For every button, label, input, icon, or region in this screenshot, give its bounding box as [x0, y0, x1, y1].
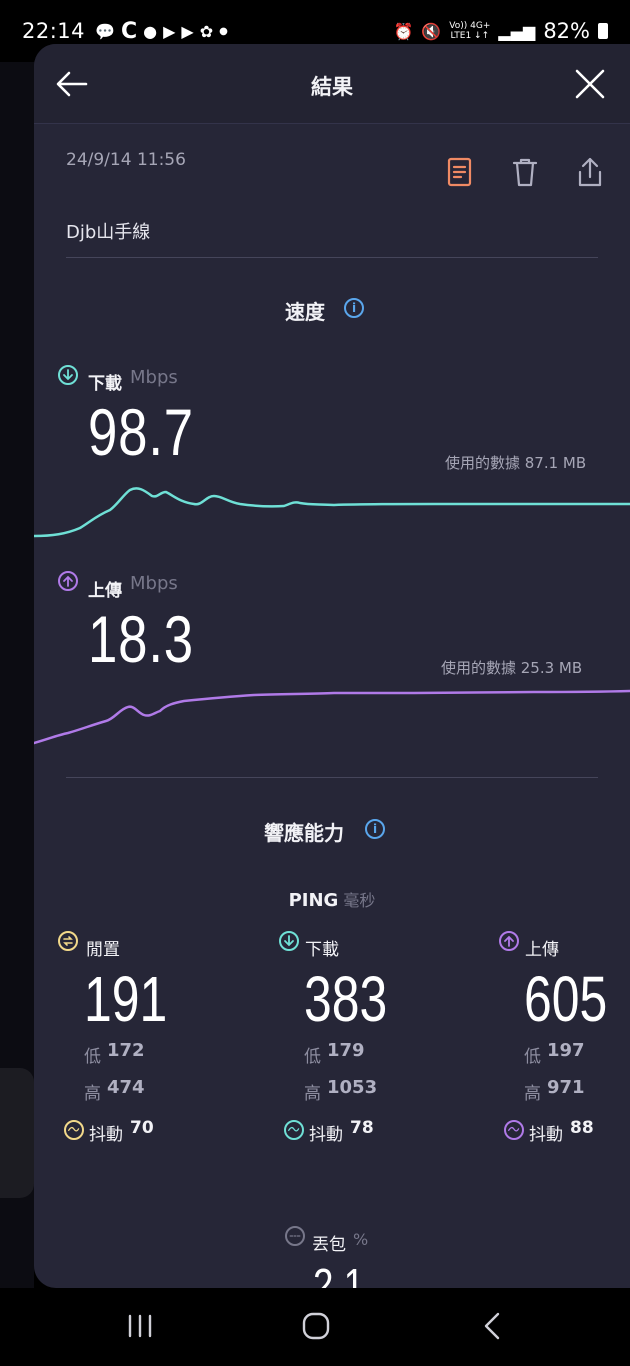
download-line: [34, 487, 630, 538]
speed-section-title: 速度: [285, 300, 325, 324]
divider: [66, 777, 598, 778]
download-speed-value: 98.7: [88, 395, 194, 469]
idle-ping-icon: [58, 931, 78, 951]
idle-low-value: 172: [107, 1040, 145, 1061]
download-high-value: 1053: [327, 1077, 378, 1098]
result-date: 24/9/14 11:56: [66, 150, 186, 170]
trash-icon[interactable]: [510, 156, 540, 188]
download-ping-label: 下載: [305, 940, 339, 960]
idle-jitter-value: 70: [130, 1118, 154, 1138]
battery-percentage: 82%: [543, 19, 590, 43]
download-ping-icon: [279, 931, 299, 951]
status-time: 22:14: [22, 19, 86, 43]
responsiveness-section-title: 響應能力: [264, 821, 344, 845]
idle-low-label: 低: [84, 1047, 101, 1067]
packet-loss-value: 2.1: [313, 1259, 365, 1288]
navigation-bar: [0, 1288, 630, 1366]
battery-icon: [598, 23, 608, 39]
back-icon[interactable]: [476, 1310, 512, 1342]
dot-icon: ●: [219, 25, 228, 37]
upload-speed-value: 18.3: [88, 602, 194, 676]
packet-loss-icon: [285, 1226, 305, 1246]
idle-high-value: 474: [107, 1077, 145, 1098]
network-bottom: LTE1 ↓↑: [450, 31, 490, 41]
notification-icons: 💬 C ● ▶ ▶ ✿ ●: [95, 19, 228, 44]
divider: [66, 257, 598, 258]
upload-label: 上傳: [88, 581, 122, 601]
upload-high-value: 971: [547, 1077, 585, 1098]
alarm-icon: ⏰: [393, 21, 414, 41]
isp-name: Djb山手線: [66, 222, 151, 243]
signal-icon: ▂▄▆: [498, 21, 536, 41]
upload-jitter-label: 抖動: [529, 1125, 563, 1145]
download-high-label: 高: [304, 1084, 321, 1104]
download-speed-chart: [34, 487, 630, 538]
idle-label: 閒置: [86, 940, 120, 960]
upload-ping-label: 上傳: [525, 940, 559, 960]
upload-ping-value: 605: [524, 963, 608, 1035]
download-label: 下載: [88, 374, 122, 394]
background-card: [0, 1068, 34, 1198]
upload-icon: [58, 571, 78, 591]
download-unit: Mbps: [130, 367, 178, 388]
download-data-used: 使用的數據 87.1 MB: [445, 454, 587, 472]
upload-data-used: 使用的數據 25.3 MB: [441, 659, 583, 677]
idle-jitter-icon: [64, 1120, 84, 1140]
header: 結果: [34, 44, 630, 124]
download-low-label: 低: [304, 1047, 321, 1067]
upload-unit: Mbps: [130, 573, 178, 594]
download-low-value: 179: [327, 1040, 365, 1061]
packet-loss-unit: %: [353, 1230, 369, 1249]
network-indicator: Vo)) 4G+ LTE1 ↓↑: [449, 21, 490, 41]
upload-low-label: 低: [524, 1047, 541, 1067]
status-right: ⏰ 🔇 Vo)) 4G+ LTE1 ↓↑ ▂▄▆ 82%: [393, 19, 608, 43]
close-icon[interactable]: [572, 66, 608, 102]
mute-icon: 🔇: [421, 21, 442, 41]
share-icon[interactable]: [575, 156, 605, 188]
upload-low-value: 197: [547, 1040, 585, 1061]
idle-ping-value: 191: [84, 963, 168, 1035]
speed-info-icon[interactable]: i: [344, 298, 364, 318]
responsiveness-info-icon[interactable]: i: [365, 819, 385, 839]
upload-speed-chart: [34, 689, 630, 745]
packet-loss-label: 丟包: [312, 1235, 346, 1255]
c-icon: C: [120, 18, 138, 44]
ping-title: PING: [288, 890, 339, 911]
upload-jitter-icon: [504, 1120, 524, 1140]
home-icon[interactable]: [298, 1310, 334, 1342]
youtube-icon: ▶: [163, 21, 176, 41]
idle-high-label: 高: [84, 1084, 101, 1104]
upload-ping-icon: [499, 931, 519, 951]
network-top: Vo)) 4G+: [449, 21, 491, 31]
download-icon: [58, 365, 78, 385]
upload-high-label: 高: [524, 1084, 541, 1104]
line-icon: ●: [143, 21, 158, 41]
report-icon[interactable]: [445, 156, 475, 188]
ping-heading: PING 毫秒: [34, 887, 630, 911]
download-ping-value: 383: [304, 963, 388, 1035]
wechat-icon: ✿: [199, 21, 214, 41]
upload-line: [34, 689, 630, 745]
youtube-icon: ▶: [181, 21, 194, 41]
ping-unit: 毫秒: [343, 891, 376, 910]
result-sheet: 結果 24/9/14 11:56 Djb山手線 速度 i 下載 Mbps 98.…: [34, 44, 630, 1288]
chat-bubble-icon: 💬: [95, 21, 115, 41]
download-jitter-icon: [284, 1120, 304, 1140]
download-jitter-value: 78: [350, 1118, 374, 1138]
recent-apps-icon[interactable]: [122, 1310, 158, 1342]
page-title: 結果: [311, 75, 353, 99]
idle-jitter-label: 抖動: [89, 1125, 123, 1145]
upload-jitter-value: 88: [570, 1118, 594, 1138]
download-jitter-label: 抖動: [309, 1125, 343, 1145]
